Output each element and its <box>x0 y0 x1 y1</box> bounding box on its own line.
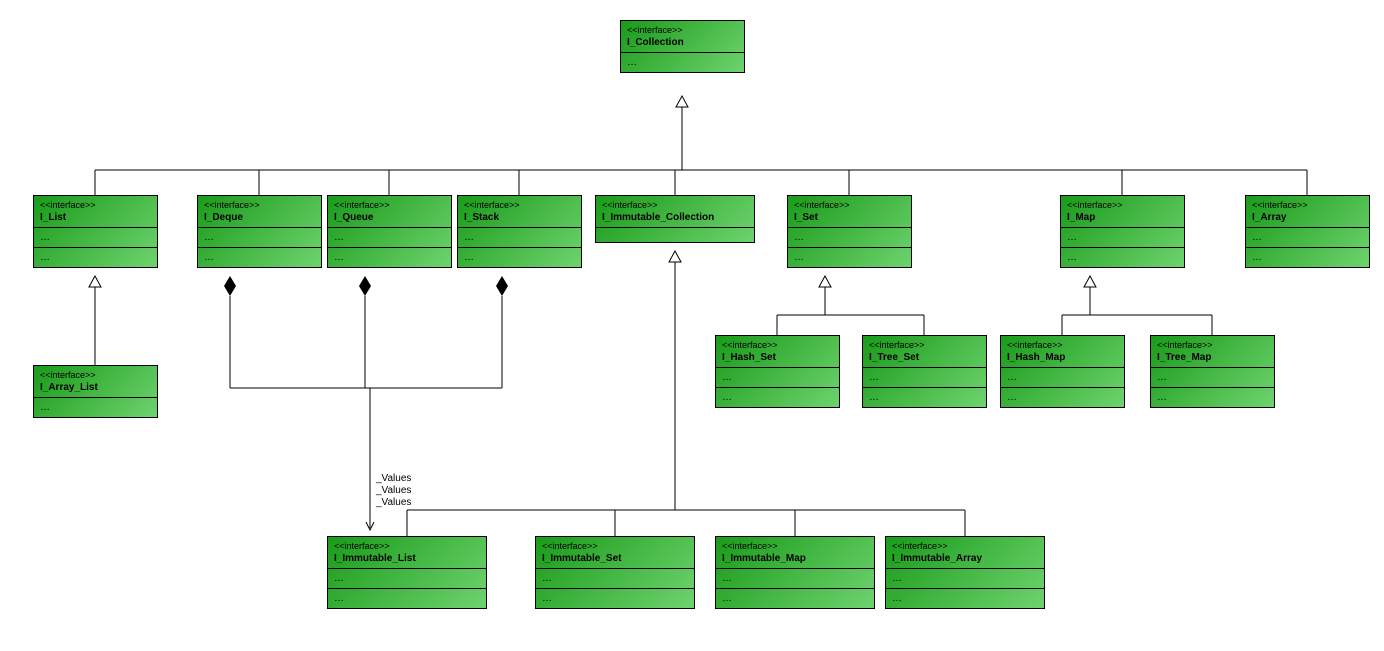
stereotype-label: <<interface>> <box>328 537 486 551</box>
box-name: I_Map <box>1061 210 1184 228</box>
box-immutable-map[interactable]: <<interface>> I_Immutable_Map … … <box>715 536 875 609</box>
box-section: … <box>886 569 1044 589</box>
stereotype-label: <<interface>> <box>328 196 451 210</box>
box-immutable-set[interactable]: <<interface>> I_Immutable_Set … … <box>535 536 695 609</box>
box-section: … <box>716 569 874 589</box>
box-name: I_Immutable_Set <box>536 551 694 569</box>
box-section: … <box>1246 248 1369 267</box>
box-section: … <box>788 248 911 267</box>
box-set[interactable]: <<interface>> I_Set … … <box>787 195 912 268</box>
box-hash-set[interactable]: <<interface>> I_Hash_Set … … <box>715 335 840 408</box>
box-section: … <box>716 388 839 407</box>
box-list[interactable]: <<interface>> I_List … … <box>33 195 158 268</box>
box-section: … <box>34 248 157 267</box>
box-section: … <box>1246 228 1369 248</box>
box-section: … <box>198 248 321 267</box>
stereotype-label: <<interface>> <box>536 537 694 551</box>
box-name: I_Stack <box>458 210 581 228</box>
box-section: … <box>1001 368 1124 388</box>
box-section: … <box>34 398 157 417</box>
association-label: _Values <box>376 497 411 508</box>
box-section: … <box>886 589 1044 608</box>
stereotype-label: <<interface>> <box>34 366 157 380</box>
association-label: _Values <box>376 485 411 496</box>
box-section: … <box>328 569 486 589</box>
stereotype-label: <<interface>> <box>863 336 986 350</box>
stereotype-label: <<interface>> <box>458 196 581 210</box>
stereotype-label: <<interface>> <box>621 21 744 35</box>
box-section: … <box>328 589 486 608</box>
stereotype-label: <<interface>> <box>34 196 157 210</box>
association-label: _Values <box>376 473 411 484</box>
box-name: I_List <box>34 210 157 228</box>
box-immutable-array[interactable]: <<interface>> I_Immutable_Array … … <box>885 536 1045 609</box>
box-map[interactable]: <<interface>> I_Map … … <box>1060 195 1185 268</box>
box-name: I_Immutable_Collection <box>596 210 754 228</box>
box-name: I_Hash_Map <box>1001 350 1124 368</box>
box-section <box>596 228 754 242</box>
box-section: … <box>328 248 451 267</box>
box-name: I_Collection <box>621 35 744 53</box>
box-deque[interactable]: <<interface>> I_Deque … … <box>197 195 322 268</box>
box-name: I_Hash_Set <box>716 350 839 368</box>
box-array[interactable]: <<interface>> I_Array … … <box>1245 195 1370 268</box>
stereotype-label: <<interface>> <box>1061 196 1184 210</box>
box-array-list[interactable]: <<interface>> I_Array_List … <box>33 365 158 418</box>
stereotype-label: <<interface>> <box>1151 336 1274 350</box>
box-tree-map[interactable]: <<interface>> I_Tree_Map … … <box>1150 335 1275 408</box>
box-section: … <box>716 589 874 608</box>
box-section: … <box>1151 368 1274 388</box>
stereotype-label: <<interface>> <box>788 196 911 210</box>
box-section: … <box>198 228 321 248</box>
box-section: … <box>1061 248 1184 267</box>
box-name: I_Immutable_List <box>328 551 486 569</box>
stereotype-label: <<interface>> <box>886 537 1044 551</box>
box-name: I_Set <box>788 210 911 228</box>
box-section: … <box>716 368 839 388</box>
box-name: I_Deque <box>198 210 321 228</box>
box-name: I_Array_List <box>34 380 157 398</box>
stereotype-label: <<interface>> <box>198 196 321 210</box>
box-section: … <box>863 388 986 407</box>
stereotype-label: <<interface>> <box>1001 336 1124 350</box>
box-hash-map[interactable]: <<interface>> I_Hash_Map … … <box>1000 335 1125 408</box>
stereotype-label: <<interface>> <box>1246 196 1369 210</box>
box-section: … <box>34 228 157 248</box>
box-stack[interactable]: <<interface>> I_Stack … … <box>457 195 582 268</box>
box-section: … <box>328 228 451 248</box>
box-name: I_Immutable_Array <box>886 551 1044 569</box>
box-section: … <box>863 368 986 388</box>
box-name: I_Tree_Map <box>1151 350 1274 368</box>
box-section: … <box>621 53 744 72</box>
box-name: I_Immutable_Map <box>716 551 874 569</box>
uml-diagram: <<interface>> I_Collection … <<interface… <box>0 0 1384 651</box>
box-name: I_Array <box>1246 210 1369 228</box>
stereotype-label: <<interface>> <box>716 336 839 350</box>
box-section: … <box>536 569 694 589</box>
box-queue[interactable]: <<interface>> I_Queue … … <box>327 195 452 268</box>
box-section: … <box>458 228 581 248</box>
box-section: … <box>536 589 694 608</box>
box-tree-set[interactable]: <<interface>> I_Tree_Set … … <box>862 335 987 408</box>
box-immutable-collection[interactable]: <<interface>> I_Immutable_Collection <box>595 195 755 243</box>
box-section: … <box>1001 388 1124 407</box>
box-section: … <box>788 228 911 248</box>
box-immutable-list[interactable]: <<interface>> I_Immutable_List … … <box>327 536 487 609</box>
stereotype-label: <<interface>> <box>596 196 754 210</box>
box-section: … <box>458 248 581 267</box>
box-name: I_Queue <box>328 210 451 228</box>
box-section: … <box>1061 228 1184 248</box>
box-collection[interactable]: <<interface>> I_Collection … <box>620 20 745 73</box>
stereotype-label: <<interface>> <box>716 537 874 551</box>
box-name: I_Tree_Set <box>863 350 986 368</box>
box-section: … <box>1151 388 1274 407</box>
